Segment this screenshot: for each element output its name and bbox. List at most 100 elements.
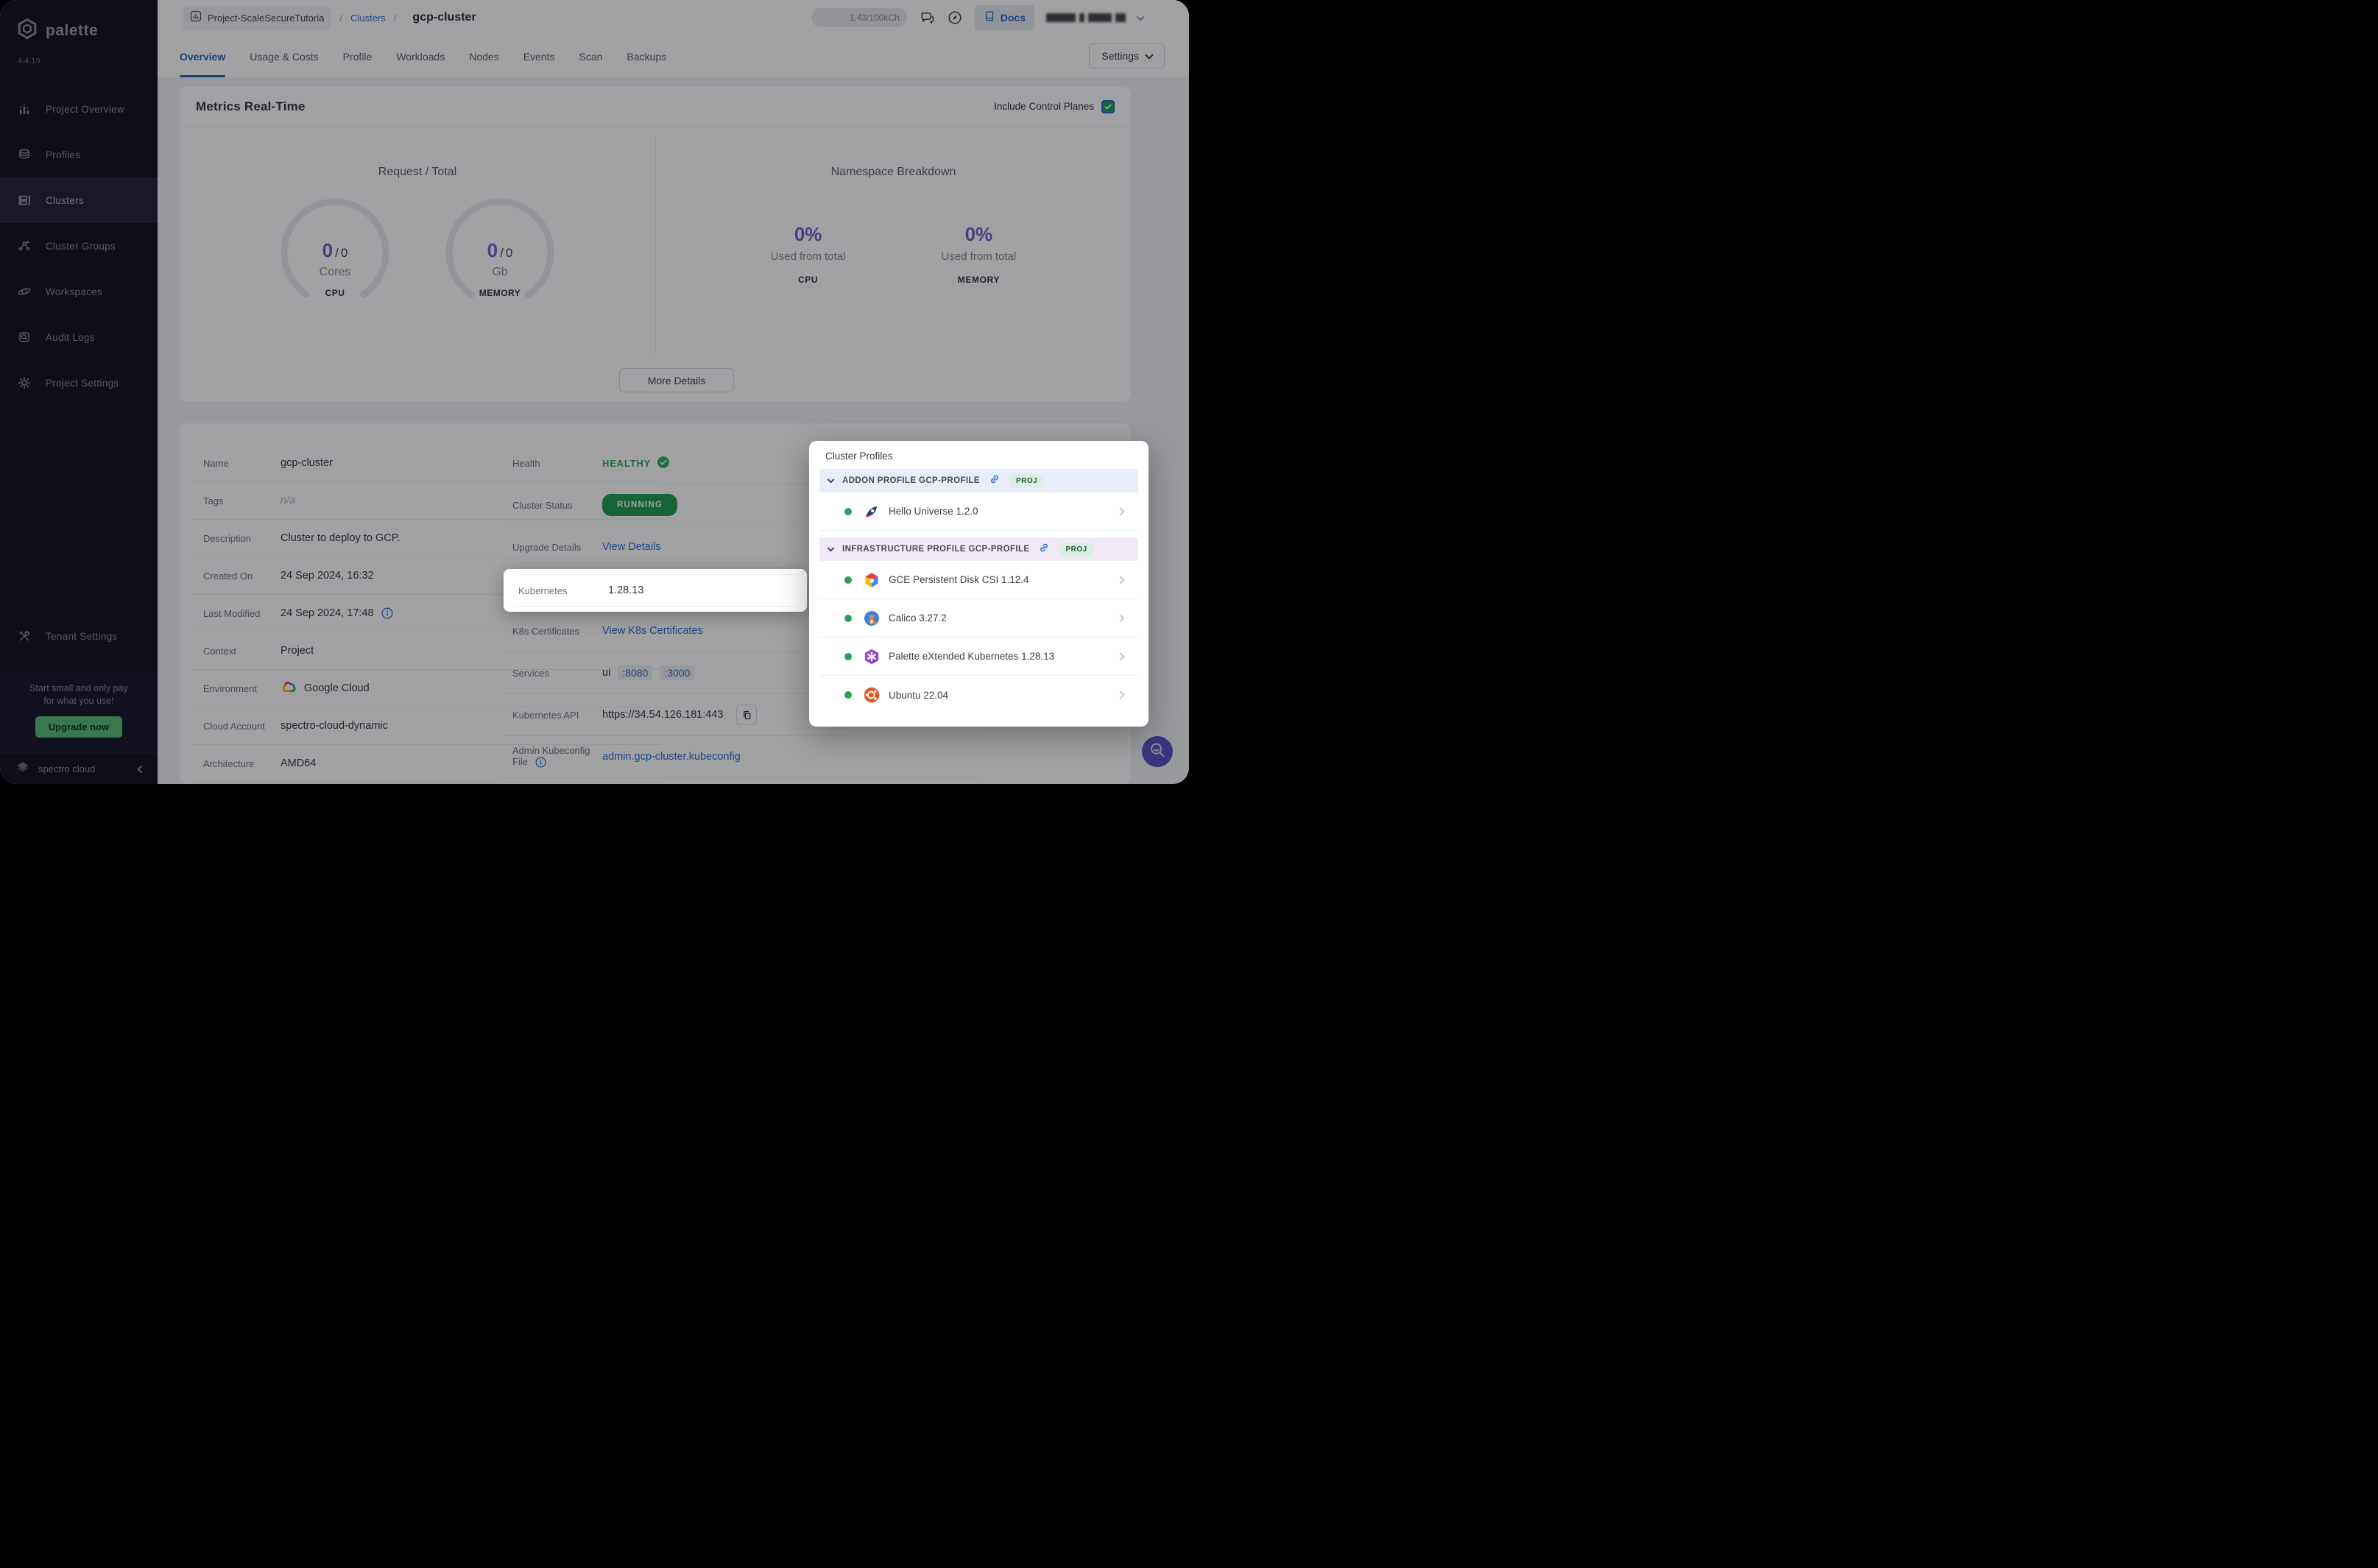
- chevron-down-icon: [1145, 50, 1154, 60]
- detail-value: n/a: [281, 495, 296, 506]
- tab-scan[interactable]: Scan: [579, 35, 603, 77]
- kubeconfig-label: Admin Kubeconfig File: [512, 745, 590, 768]
- addon-profile-header[interactable]: ADDON PROFILE GCP-PROFILE PROJ: [819, 469, 1138, 492]
- copy-button[interactable]: [736, 704, 758, 725]
- api-value: https://34.54.126.181:443: [602, 704, 758, 725]
- detail-label: Cluster Status: [512, 499, 573, 511]
- detail-value: Project: [281, 645, 314, 657]
- detail-value: 24 Sep 2024, 16:32: [281, 570, 374, 582]
- api-url: https://34.54.126.181:443: [602, 709, 724, 721]
- sidebar-nav: Project Overview Profiles Clusters Clust…: [0, 86, 158, 406]
- namespace-title: Namespace Breakdown: [830, 166, 956, 178]
- service-port-link[interactable]: :8080: [618, 665, 653, 680]
- layers-icon: [18, 148, 31, 161]
- profile-layer-ubuntu[interactable]: Ubuntu 22.04: [819, 676, 1138, 714]
- cluster-profiles-popup: Cluster Profiles ADDON PROFILE GCP-PROFI…: [809, 441, 1149, 727]
- profile-layer-name: Calico 3.27.2: [889, 612, 947, 624]
- slash: /: [500, 246, 504, 260]
- audit-magnifier-icon: [18, 331, 31, 344]
- sidebar-item-audit-logs[interactable]: Audit Logs: [0, 314, 158, 360]
- tab-backups[interactable]: Backups: [627, 35, 666, 77]
- namespace-breakdown-section: Namespace Breakdown 0% Used from total C…: [656, 127, 1131, 401]
- sidebar-item-cluster-groups[interactable]: Cluster Groups: [0, 223, 158, 269]
- detail-row-admin-kubeconfig: Admin Kubeconfig File admin.gcp-cluster.…: [501, 736, 982, 778]
- tab-nodes[interactable]: Nodes: [469, 35, 498, 77]
- detail-label: Name: [203, 457, 229, 469]
- detail-value: AMD64: [281, 757, 317, 769]
- user-menu-redacted[interactable]: [1046, 13, 1126, 22]
- breadcrumb-separator: /: [339, 12, 343, 24]
- include-control-planes-checkbox[interactable]: [1101, 99, 1115, 113]
- chevron-down-icon: [827, 476, 835, 484]
- info-icon[interactable]: [381, 607, 393, 619]
- rocket-icon: [864, 504, 880, 520]
- tab-workloads[interactable]: Workloads: [396, 35, 445, 77]
- sidebar-item-project-overview[interactable]: Project Overview: [0, 86, 158, 132]
- kubeconfig-file-link[interactable]: admin.gcp-cluster.kubeconfig: [602, 751, 741, 763]
- request-total-section: Request / Total 0/0 Cores CPU 0/0 Gb MEM…: [180, 127, 655, 401]
- cpu-unit: Cores: [319, 266, 351, 278]
- environment-value: Google Cloud: [304, 682, 370, 694]
- view-details-link[interactable]: View Details: [602, 541, 661, 553]
- metrics-body: Request / Total 0/0 Cores CPU 0/0 Gb MEM…: [180, 127, 1131, 401]
- infrastructure-profile-header[interactable]: INFRASTRUCTURE PROFILE GCP-PROFILE PROJ: [819, 537, 1138, 561]
- breadcrumb-separator: /: [393, 12, 397, 24]
- status-dot: [844, 614, 852, 622]
- sidebar-item-clusters[interactable]: Clusters: [0, 177, 158, 223]
- cpu-used: 0: [322, 239, 334, 261]
- collapse-sidebar-icon[interactable]: [137, 764, 146, 774]
- app-version: 4.4.19: [18, 57, 40, 66]
- detail-label: Health: [512, 457, 540, 469]
- sidebar-item-tenant-settings[interactable]: Tenant Settings: [0, 613, 158, 659]
- profile-layer-hello-universe[interactable]: Hello Universe 1.2.0: [819, 492, 1138, 531]
- sidebar-item-project-settings[interactable]: Project Settings: [0, 360, 158, 406]
- server-icon: [18, 194, 31, 207]
- magnifier-smile-icon: [1146, 739, 1168, 765]
- request-total-title: Request / Total: [378, 166, 457, 178]
- tab-overview[interactable]: Overview: [180, 35, 226, 77]
- credits-usage-pill: 1.43/100kCh: [811, 8, 907, 27]
- memory-unit: Gb: [492, 266, 508, 278]
- sidebar-item-profiles[interactable]: Profiles: [0, 132, 158, 177]
- breadcrumb-project-chip[interactable]: Project-ScaleSecureTutoria: [183, 5, 332, 30]
- last-modified-value: 24 Sep 2024, 17:48: [281, 607, 374, 619]
- settings-button[interactable]: Settings: [1089, 43, 1165, 68]
- detail-label: Last Modified: [203, 607, 261, 619]
- view-k8s-certificates-link[interactable]: View K8s Certificates: [602, 625, 703, 637]
- orbit-icon: [18, 285, 31, 298]
- detail-label: Kubernetes API: [512, 709, 579, 721]
- assistant-search-fab[interactable]: [1142, 736, 1173, 767]
- compass-icon[interactable]: [947, 10, 963, 26]
- ubuntu-icon: [864, 687, 880, 703]
- profile-layer-calico[interactable]: Calico 3.27.2: [819, 599, 1138, 638]
- chevron-down-icon: [827, 544, 835, 552]
- tab-usage-costs[interactable]: Usage & Costs: [250, 35, 318, 77]
- chevron-right-icon: [1116, 506, 1125, 516]
- detail-label: Description: [203, 532, 252, 544]
- chat-icon[interactable]: [919, 10, 935, 26]
- google-cloud-icon: [281, 681, 297, 696]
- gauges: 0/0 Cores CPU 0/0 Gb MEMORY: [279, 197, 556, 308]
- network-icon: [18, 239, 31, 252]
- upgrade-promo: Start small and only pay for what you us…: [0, 672, 158, 753]
- upgrade-now-button[interactable]: Upgrade now: [35, 716, 122, 738]
- addon-profile-label: ADDON PROFILE GCP-PROFILE: [842, 476, 980, 485]
- sidebar-item-label: Project Overview: [46, 103, 124, 115]
- detail-value: 24 Sep 2024, 17:48: [281, 607, 393, 619]
- memory-gauge-value: 0/0: [444, 239, 556, 262]
- info-icon[interactable]: [535, 757, 547, 769]
- user-menu-chevron-down-icon[interactable]: [1136, 12, 1145, 21]
- docs-button[interactable]: Docs: [974, 5, 1034, 30]
- tab-events[interactable]: Events: [523, 35, 555, 77]
- services-value: ui :8080 :3000: [602, 665, 695, 680]
- sidebar-item-workspaces[interactable]: Workspaces: [0, 269, 158, 314]
- more-details-button[interactable]: More Details: [619, 368, 734, 392]
- breadcrumb-clusters-link[interactable]: Clusters: [350, 13, 386, 24]
- service-port-link[interactable]: :3000: [660, 665, 695, 680]
- memory-metric-label: MEMORY: [479, 288, 521, 298]
- tab-profile[interactable]: Profile: [343, 35, 373, 77]
- cpu-caption: Used from total: [770, 250, 846, 263]
- profile-layer-gce-csi[interactable]: GCE Persistent Disk CSI 1.12.4: [819, 561, 1138, 599]
- status-dot: [844, 507, 852, 515]
- profile-layer-palette-extended-k8s[interactable]: Palette eXtended Kubernetes 1.28.13: [819, 638, 1138, 676]
